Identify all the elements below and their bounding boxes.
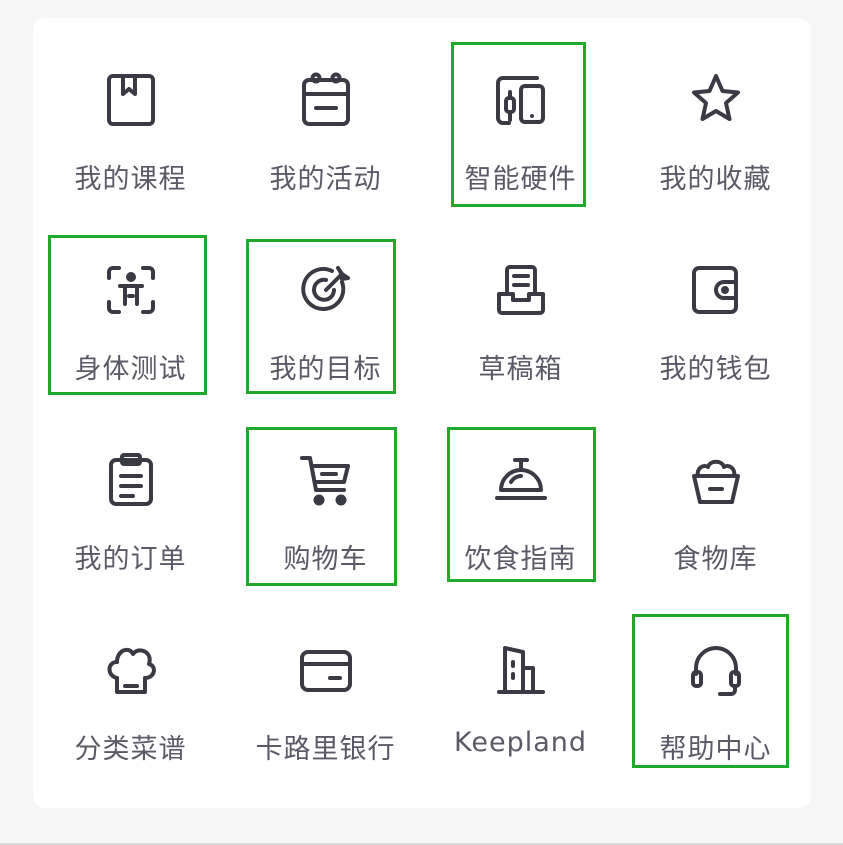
menu-item-label: Keepland xyxy=(453,727,588,758)
menu-item-recipe-categories[interactable]: 分类菜谱 xyxy=(33,588,228,778)
menu-item-keepland[interactable]: Keepland xyxy=(423,588,618,778)
menu-item-label: 卡路里银行 xyxy=(255,734,396,765)
menu-grid: 我的课程 我的活动 智能硬件 我的收藏 身体测试 我的目标 草稿箱 我的钱包 我… xyxy=(33,18,811,808)
menu-item-food-library[interactable]: 食物库 xyxy=(618,398,813,588)
wallet-icon xyxy=(686,260,746,320)
food-basket-icon xyxy=(686,450,746,510)
menu-item-label: 我的订单 xyxy=(74,544,187,575)
shopping-cart-icon xyxy=(296,450,356,510)
drafts-tray-icon xyxy=(491,260,551,320)
menu-item-label: 帮助中心 xyxy=(659,734,772,765)
menu-item-label: 我的钱包 xyxy=(659,354,772,385)
bank-card-icon xyxy=(296,640,356,700)
menu-item-my-activities[interactable]: 我的活动 xyxy=(228,18,423,208)
menu-item-drafts[interactable]: 草稿箱 xyxy=(423,208,618,398)
book-icon xyxy=(101,70,161,130)
menu-item-label: 我的课程 xyxy=(74,164,187,195)
menu-item-label: 食物库 xyxy=(673,544,758,575)
devices-icon xyxy=(491,70,551,130)
menu-item-label: 智能硬件 xyxy=(464,164,577,195)
menu-item-body-test[interactable]: 身体测试 xyxy=(33,208,228,398)
menu-item-calorie-bank[interactable]: 卡路里银行 xyxy=(228,588,423,778)
menu-item-my-wallet[interactable]: 我的钱包 xyxy=(618,208,813,398)
cloche-icon xyxy=(491,450,551,510)
calendar-icon xyxy=(296,70,356,130)
menu-card: 我的课程 我的活动 智能硬件 我的收藏 身体测试 我的目标 草稿箱 我的钱包 我… xyxy=(33,18,811,808)
menu-item-label: 草稿箱 xyxy=(478,354,563,385)
menu-item-my-goals[interactable]: 我的目标 xyxy=(228,208,423,398)
menu-item-label: 购物车 xyxy=(283,544,368,575)
menu-item-help-center[interactable]: 帮助中心 xyxy=(618,588,813,778)
menu-item-diet-guide[interactable]: 饮食指南 xyxy=(423,398,618,588)
menu-item-label: 饮食指南 xyxy=(464,544,577,575)
buildings-icon xyxy=(491,640,551,700)
menu-item-my-orders[interactable]: 我的订单 xyxy=(33,398,228,588)
menu-item-label: 分类菜谱 xyxy=(74,734,187,765)
menu-item-smart-hardware[interactable]: 智能硬件 xyxy=(423,18,618,208)
menu-item-shopping-cart[interactable]: 购物车 xyxy=(228,398,423,588)
menu-item-my-favorites[interactable]: 我的收藏 xyxy=(618,18,813,208)
menu-item-my-courses[interactable]: 我的课程 xyxy=(33,18,228,208)
body-scan-icon xyxy=(101,260,161,320)
target-icon xyxy=(296,260,356,320)
menu-item-label: 我的收藏 xyxy=(659,164,772,195)
star-icon xyxy=(686,70,746,130)
menu-item-label: 我的活动 xyxy=(269,164,382,195)
menu-item-label: 身体测试 xyxy=(74,354,187,385)
clipboard-icon xyxy=(101,450,161,510)
headset-icon xyxy=(686,640,746,700)
chef-hat-icon xyxy=(101,640,161,700)
menu-item-label: 我的目标 xyxy=(269,354,382,385)
